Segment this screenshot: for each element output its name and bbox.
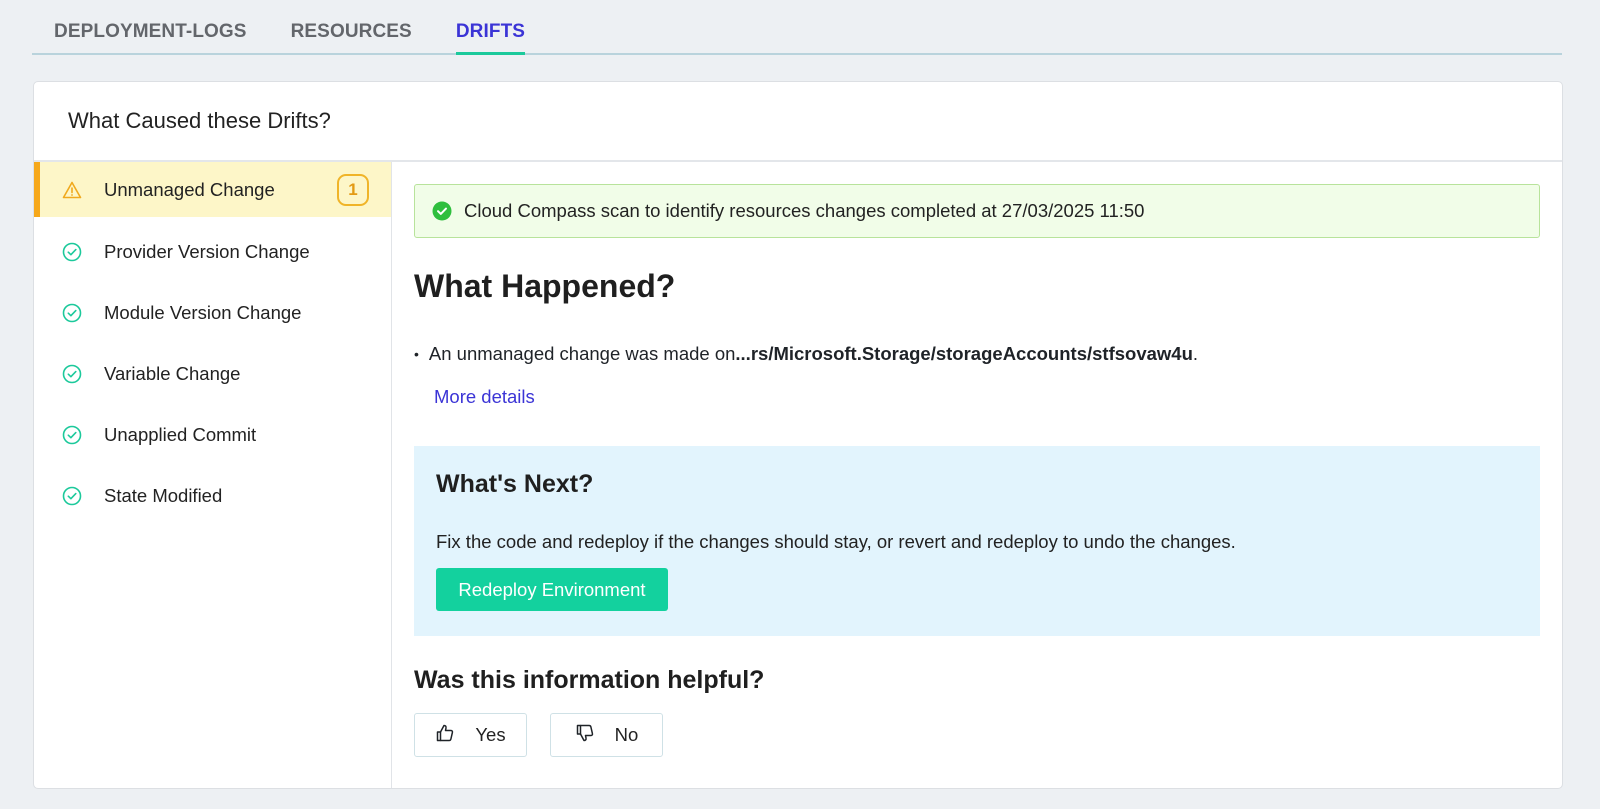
redeploy-environment-button[interactable]: Redeploy Environment [436, 568, 668, 611]
sidebar-item-variable-change[interactable]: Variable Change [34, 343, 391, 404]
sidebar-item-label: Module Version Change [104, 301, 302, 323]
drifts-card: What Caused these Drifts? Unmanaged Chan… [33, 81, 1563, 789]
thumbs-up-icon [435, 723, 455, 748]
scan-message: Cloud Compass scan to identify resources… [464, 200, 1145, 221]
whats-next-heading: What's Next? [436, 470, 594, 498]
change-suffix: . [1192, 343, 1199, 364]
change-prefix: An unmanaged change was made on [428, 343, 736, 364]
sidebar-item-label: State Modified [104, 484, 223, 506]
success-check-icon [432, 201, 452, 221]
count-badge: 1 [337, 174, 369, 206]
card-body: Unmanaged Change 1 Provider Version Chan… [34, 162, 1562, 788]
thumbs-down-icon [575, 723, 595, 748]
tab-deployment-logs[interactable]: DEPLOYMENT-LOGS [54, 21, 247, 55]
sidebar-item-label: Unmanaged Change [104, 178, 275, 200]
sidebar-item-label: Provider Version Change [104, 240, 310, 262]
sidebar-item-unapplied-commit[interactable]: Unapplied Commit [34, 404, 391, 465]
sidebar-item-provider-version-change[interactable]: Provider Version Change [34, 221, 391, 282]
check-circle-icon [62, 303, 82, 323]
bullet-dot: • [414, 346, 419, 362]
change-description: • An unmanaged change was made on ...rs/… [414, 343, 1540, 365]
warning-icon [62, 180, 82, 200]
feedback-yes-button[interactable]: Yes [414, 713, 527, 757]
resource-path: ...rs/Microsoft.Storage/storageAccounts/… [735, 343, 1193, 364]
feedback-buttons: Yes No [414, 713, 1540, 757]
check-circle-icon [62, 242, 82, 262]
scan-status-banner: Cloud Compass scan to identify resources… [414, 184, 1540, 238]
whats-next-text: Fix the code and redeploy if the changes… [436, 531, 1236, 552]
drift-cause-sidebar: Unmanaged Change 1 Provider Version Chan… [34, 162, 392, 788]
tab-drifts[interactable]: DRIFTS [455, 21, 526, 55]
check-circle-icon [62, 425, 82, 445]
feedback-no-label: No [614, 724, 639, 745]
sidebar-item-state-modified[interactable]: State Modified [34, 465, 391, 526]
check-circle-icon [62, 486, 82, 506]
sidebar-item-label: Variable Change [104, 362, 241, 384]
card-title: What Caused these Drifts? [34, 82, 1562, 162]
tab-resources[interactable]: RESOURCES [291, 21, 412, 55]
what-happened-heading: What Happened? [414, 268, 676, 304]
tab-bar: DEPLOYMENT-LOGS RESOURCES DRIFTS [32, 0, 1562, 55]
drift-detail-panel: Cloud Compass scan to identify resources… [392, 162, 1562, 788]
sidebar-item-label: Unapplied Commit [104, 423, 257, 445]
check-circle-icon [62, 364, 82, 384]
whats-next-panel: What's Next? Fix the code and redeploy i… [414, 446, 1540, 636]
feedback-yes-label: Yes [475, 724, 506, 745]
feedback-heading: Was this information helpful? [414, 666, 765, 694]
sidebar-item-module-version-change[interactable]: Module Version Change [34, 282, 391, 343]
sidebar-item-unmanaged-change[interactable]: Unmanaged Change 1 [34, 162, 391, 217]
more-details-link[interactable]: More details [434, 386, 535, 408]
feedback-no-button[interactable]: No [550, 713, 663, 757]
